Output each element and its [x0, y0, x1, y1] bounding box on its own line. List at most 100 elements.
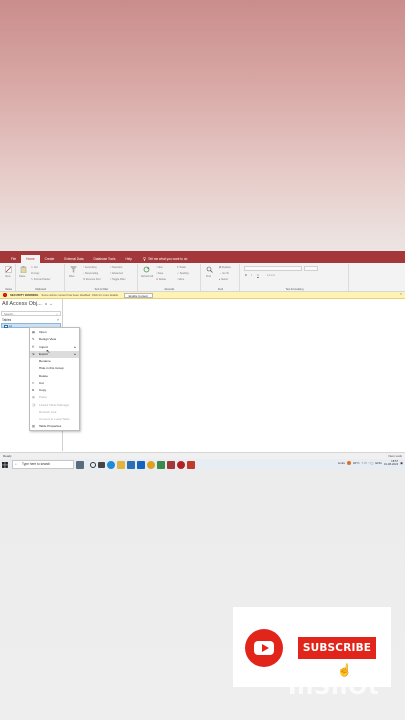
remove-sort-button[interactable]: ⇅ Remove Sort — [83, 278, 100, 281]
nav-search-input[interactable]: Search... ⌕ — [1, 311, 61, 316]
find-icon[interactable] — [206, 266, 213, 273]
context-menu-item-cut[interactable]: ✂ Cut — [30, 380, 79, 387]
context-menu-item-open[interactable]: ▤ Open — [30, 329, 79, 336]
totals-button[interactable]: Σ Totals — [177, 266, 186, 269]
task-view-icon[interactable] — [98, 461, 105, 468]
format-painter-label: Format Painter — [33, 278, 51, 281]
tab-help[interactable]: Help — [120, 255, 137, 263]
paste-icon[interactable] — [20, 266, 27, 273]
group-records: Refresh All ▫ New ▫ Save ✕ Delete Σ Tota… — [139, 264, 201, 291]
weather-temp[interactable]: 32°C — [353, 461, 360, 465]
context-menu-item-import[interactable]: ⇱ Import ▸ — [30, 344, 79, 351]
context-menu-item-design-view[interactable]: ✎ Design View — [30, 336, 79, 343]
subscribe-button[interactable]: SUBSCRIBE — [298, 637, 376, 659]
file-explorer-icon[interactable] — [117, 460, 125, 469]
find-button[interactable]: Find — [206, 275, 211, 278]
warning-message[interactable]: Some active content has been disabled. C… — [41, 293, 118, 297]
clock[interactable]: 18:57 31-08-2024 — [384, 459, 398, 467]
cut-button[interactable]: ✂ Cut — [31, 266, 38, 269]
delete-icon: ✕ — [156, 278, 159, 281]
mail-icon[interactable] — [137, 460, 145, 469]
chrome-icon[interactable] — [147, 460, 155, 469]
format-painter-button[interactable]: ✎ Format Painter — [31, 278, 50, 281]
advanced-button[interactable]: ▿ Advanced — [110, 272, 123, 275]
filter-icon[interactable] — [70, 266, 77, 273]
nav-header[interactable]: All Access Obj... ⊙ « — [0, 299, 62, 309]
italic-button[interactable]: I — [251, 274, 252, 277]
context-menu-item-hide-in-this-group[interactable]: Hide in this Group — [30, 365, 79, 372]
copy-button[interactable]: ⧉ Copy — [31, 272, 39, 275]
store-icon[interactable] — [127, 460, 135, 469]
align-buttons[interactable]: ≡ ≡ ≡ ≡ — [267, 274, 275, 277]
links-toolbar[interactable]: Links — [338, 461, 345, 465]
refresh-all-button[interactable]: Refresh All — [141, 275, 153, 278]
youtube-logo-icon[interactable] — [245, 629, 283, 667]
scissors-icon: ✂ — [32, 380, 35, 385]
notification-icon[interactable]: ▣ — [400, 461, 403, 465]
app-icon[interactable] — [157, 460, 165, 469]
font-name-dropdown[interactable] — [244, 266, 302, 271]
num-lock-indicator: Num Lock — [388, 454, 402, 458]
context-menu-item-export[interactable]: ⇲ Export ▸ — [30, 350, 79, 358]
red-app-icon[interactable] — [177, 460, 185, 469]
underline-button[interactable]: U — [257, 274, 259, 277]
toggle-filter-button[interactable]: ▿ Toggle Filter — [110, 278, 126, 281]
tell-me-box[interactable]: Tell me what you want to do — [137, 256, 187, 262]
youtube-play-frame — [254, 641, 274, 655]
tab-home[interactable]: Home — [21, 255, 40, 263]
enable-content-button[interactable]: Enable Content — [123, 292, 153, 298]
sort-descending-button[interactable]: ↓ Descending — [83, 272, 98, 275]
font-size-dropdown[interactable] — [304, 266, 318, 271]
filter-button[interactable]: Filter — [69, 275, 75, 278]
nav-section-tables[interactable]: Tables ˄ — [0, 318, 62, 322]
selection-label: Selection — [111, 266, 123, 269]
nav-section-label: Tables — [2, 318, 12, 322]
windows-taskbar: ⌕ Type here to search Links 32°C ˄ ▭ ◔ ▢… — [0, 459, 405, 470]
descending-label: Descending — [84, 272, 99, 275]
scissors-icon: ✂ — [31, 266, 34, 269]
media-app-icon[interactable] — [187, 460, 195, 469]
start-button[interactable] — [0, 459, 10, 470]
more-button[interactable]: ▫ More — [177, 278, 184, 281]
view-icon[interactable] — [5, 266, 12, 273]
new-record-button[interactable]: ▫ New — [156, 266, 163, 269]
context-menu-item-rename[interactable]: Rename — [30, 358, 79, 365]
context-menu-item-copy[interactable]: ⧉ Copy — [30, 387, 79, 394]
tab-create[interactable]: Create — [40, 255, 60, 263]
selection-button[interactable]: ▿ Selection — [110, 266, 122, 269]
spelling-button[interactable]: ✓ Spelling — [177, 272, 189, 275]
edge-icon[interactable] — [107, 460, 115, 469]
tab-database-tools[interactable]: Database Tools — [89, 255, 121, 263]
sort-ascending-button[interactable]: ↑ Ascending — [83, 266, 97, 269]
access-app-icon[interactable] — [167, 460, 175, 469]
bold-button[interactable]: B — [245, 274, 247, 277]
delete-record-button[interactable]: ✕ Delete — [156, 278, 166, 281]
group-text-formatting: B I U ≡ ≡ ≡ ≡ Text Formatting — [241, 264, 349, 291]
group-label-sort-filter: Sort & Filter — [94, 288, 109, 291]
group-label-text-formatting: Text Formatting — [285, 288, 304, 291]
tab-external-data[interactable]: External Data — [59, 255, 88, 263]
tab-file[interactable]: File — [6, 255, 21, 263]
paste-button[interactable]: Paste — [19, 275, 25, 278]
close-warning-icon[interactable]: × — [400, 292, 402, 296]
collapse-pane-icon[interactable]: « — [50, 302, 52, 306]
tray-icons[interactable]: ˄ ▭ ◔ ▢ — [362, 461, 374, 465]
context-menu-item-table-properties[interactable]: ▥ Table Properties — [30, 423, 79, 430]
nav-menu-icon[interactable]: ⊙ — [45, 302, 48, 306]
context-menu-label: Delete — [39, 373, 48, 378]
cortana-icon[interactable] — [90, 461, 96, 468]
goto-button[interactable]: → Go To — [219, 272, 229, 275]
taskbar-search-input[interactable]: ⌕ Type here to search — [12, 460, 74, 469]
view-button[interactable]: View — [5, 275, 10, 278]
context-menu-label: Rename — [39, 359, 51, 363]
language-indicator[interactable]: ENG — [375, 461, 382, 465]
group-label-views: Views — [5, 288, 12, 291]
context-menu-item-linked-table-manager: ⛓ Linked Table Manager — [30, 402, 79, 409]
replace-button[interactable]: ⇄ Replace — [219, 266, 231, 269]
context-menu-item-delete[interactable]: Delete — [30, 373, 79, 380]
select-button[interactable]: ▸ Select — [219, 278, 228, 281]
refresh-icon[interactable] — [143, 266, 150, 273]
save-record-button[interactable]: ▫ Save — [156, 272, 163, 275]
avatar-app-icon[interactable] — [76, 460, 84, 469]
group-clipboard: Paste ✂ Cut ⧉ Copy ✎ Format Painter Clip… — [17, 264, 65, 291]
